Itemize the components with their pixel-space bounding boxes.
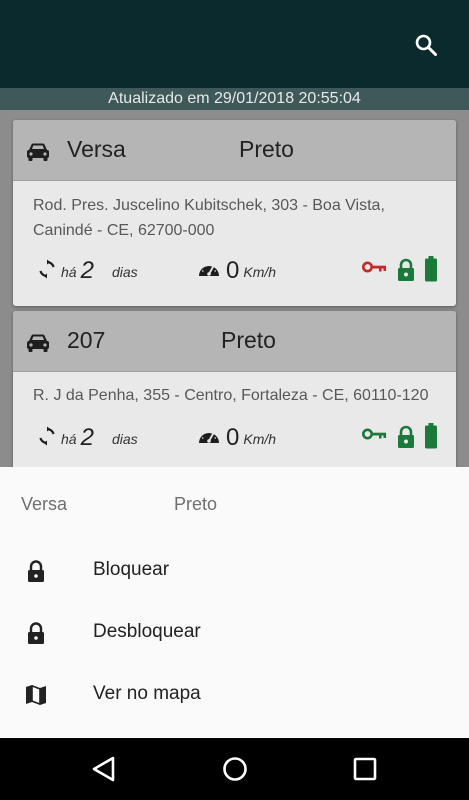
vehicle-address: Rod. Pres. Juscelino Kubitschek, 303 - B…	[33, 193, 442, 243]
speed-unit: Km/h	[243, 264, 277, 280]
block-vehicle-option[interactable]: Bloquear	[0, 539, 469, 601]
sheet-title: Versa Preto	[21, 494, 217, 515]
vehicle-color: Preto	[239, 136, 294, 162]
option-label: Ver no mapa	[93, 683, 201, 704]
vehicle-card[interactable]: 207 Preto R. J da Penha, 355 - Centro, F…	[13, 311, 456, 467]
sheet-title-model: Versa	[21, 494, 68, 514]
last-updated-bar: Atualizado em 29/01/2018 20:55:04	[0, 88, 469, 110]
battery-icon	[425, 423, 437, 449]
app-bar	[0, 0, 469, 88]
time-unit: dias	[111, 431, 138, 447]
back-triangle-icon[interactable]	[89, 755, 119, 783]
bottom-sheet: Versa Preto Bloquear Desbloquear Ver no …	[0, 467, 469, 738]
car-icon	[27, 143, 49, 161]
vehicle-address: R. J da Penha, 355 - Centro, Fortaleza -…	[33, 383, 442, 408]
search-icon	[415, 34, 437, 56]
ha-label: há	[61, 431, 77, 447]
vehicle-list: Versa Preto Rod. Pres. Juscelino Kubitsc…	[0, 110, 469, 467]
vehicle-model: 207	[67, 327, 106, 353]
car-icon	[27, 334, 49, 352]
speedometer-icon	[199, 264, 219, 276]
option-label: Bloquear	[93, 559, 170, 580]
address-line: R. J da Penha, 355 - Centro, Fortaleza -…	[33, 387, 429, 404]
speed-value: 0	[226, 257, 240, 284]
status-icons	[362, 423, 438, 449]
view-on-map-option[interactable]: Ver no mapa	[0, 663, 469, 725]
map-icon	[26, 685, 46, 705]
sync-icon	[39, 426, 55, 446]
vehicle-stats: há 2 dias 0 Km/h	[13, 254, 456, 284]
last-report-time: há 2 dias	[37, 254, 138, 284]
lock-icon	[28, 622, 44, 644]
last-report-time: há 2 dias	[37, 421, 138, 451]
vehicle-stats: há 2 dias 0 Km/h	[13, 421, 456, 451]
vehicle-model: Versa	[67, 136, 126, 162]
address-line: Canindé - CE, 62700-000	[33, 222, 215, 239]
lock-status-icon	[398, 258, 414, 281]
option-label: Desbloquear	[93, 621, 201, 642]
lock-status-icon	[398, 425, 414, 448]
status-icons	[362, 256, 438, 282]
sheet-title-color: Preto	[174, 494, 218, 514]
vehicle-card-header: 207 Preto	[13, 311, 456, 372]
time-unit: dias	[111, 264, 138, 280]
ignition-key-icon	[362, 261, 387, 273]
time-value: 2	[80, 257, 94, 284]
ignition-key-icon	[362, 428, 387, 440]
unblock-vehicle-option[interactable]: Desbloquear	[0, 601, 469, 663]
time-value: 2	[80, 424, 94, 451]
speedometer-icon	[199, 431, 219, 443]
address-line: Rod. Pres. Juscelino Kubitschek, 303 - B…	[33, 197, 385, 214]
ha-label: há	[61, 264, 77, 280]
sync-icon	[39, 259, 55, 279]
speed-value: 0	[226, 424, 240, 451]
recents-square-icon[interactable]	[350, 755, 380, 783]
speed-unit: Km/h	[243, 431, 277, 447]
system-navigation-bar	[0, 738, 469, 800]
vehicle-speed: 0 Km/h	[198, 254, 276, 284]
lock-icon	[28, 560, 44, 582]
battery-icon	[425, 256, 437, 282]
last-updated-text: Atualizado em 29/01/2018 20:55:04	[108, 90, 361, 107]
vehicle-card[interactable]: Versa Preto Rod. Pres. Juscelino Kubitsc…	[13, 120, 456, 306]
vehicle-color: Preto	[221, 327, 276, 353]
home-circle-icon[interactable]	[220, 755, 250, 783]
vehicle-card-header: Versa Preto	[13, 120, 456, 181]
vehicle-speed: 0 Km/h	[198, 421, 276, 451]
search-button[interactable]	[413, 32, 439, 58]
